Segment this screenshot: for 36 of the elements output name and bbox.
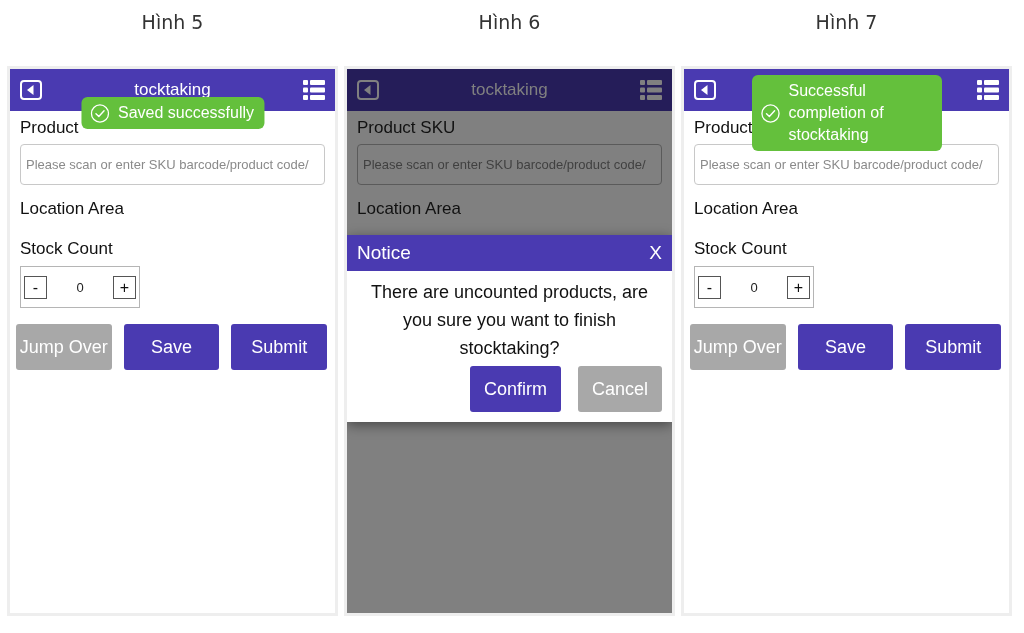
decrement-button[interactable]: - — [698, 275, 721, 299]
check-circle-icon — [89, 103, 109, 123]
menu-icon[interactable] — [303, 80, 325, 100]
field-label: Stock Count — [20, 238, 113, 260]
field-label: Location Area — [20, 198, 124, 220]
check-circle-icon — [760, 103, 780, 123]
menu-icon[interactable] — [977, 80, 999, 100]
increment-button[interactable]: + — [787, 275, 810, 299]
figure-caption: Hình 6 — [478, 10, 541, 35]
field-label: Location Area — [694, 198, 798, 220]
header-title: tocktaking — [471, 79, 548, 101]
back-icon[interactable] — [357, 80, 379, 100]
decrement-button[interactable]: - — [24, 275, 47, 299]
quantity-value: 0 — [750, 279, 758, 295]
action-button[interactable]: Save — [123, 324, 220, 370]
dialog-message: There are uncounted products, are you sure you want to finish stocktaking? — [369, 281, 650, 360]
figure-caption: Hình 5 — [141, 10, 204, 35]
field-label: Product — [20, 117, 79, 139]
dialog-button[interactable]: Confirm — [469, 366, 561, 412]
increment-button[interactable]: + — [113, 275, 136, 299]
toast-message: Saved successfully — [117, 103, 255, 123]
quantity-value: 0 — [76, 279, 84, 295]
figure-caption: Hình 7 — [815, 10, 878, 35]
action-button[interactable]: Submit — [905, 324, 1001, 370]
sku-input[interactable]: Please scan or enter SKU barcode/product code/ — [357, 144, 662, 185]
field-label: Location Area — [357, 198, 461, 220]
toast-message: Successful completion of stocktaking — [788, 81, 885, 145]
field-label: Product — [694, 117, 753, 139]
field-label: Stock Count — [694, 238, 787, 260]
header-title: tocktaking — [134, 79, 211, 101]
action-button[interactable]: Submit — [231, 324, 327, 370]
field-label: Product SKU — [357, 117, 456, 139]
dialog-title: Notice — [357, 242, 411, 264]
menu-icon[interactable] — [640, 80, 662, 100]
close-button[interactable]: X — [649, 242, 662, 264]
action-button[interactable]: Save — [797, 324, 894, 370]
